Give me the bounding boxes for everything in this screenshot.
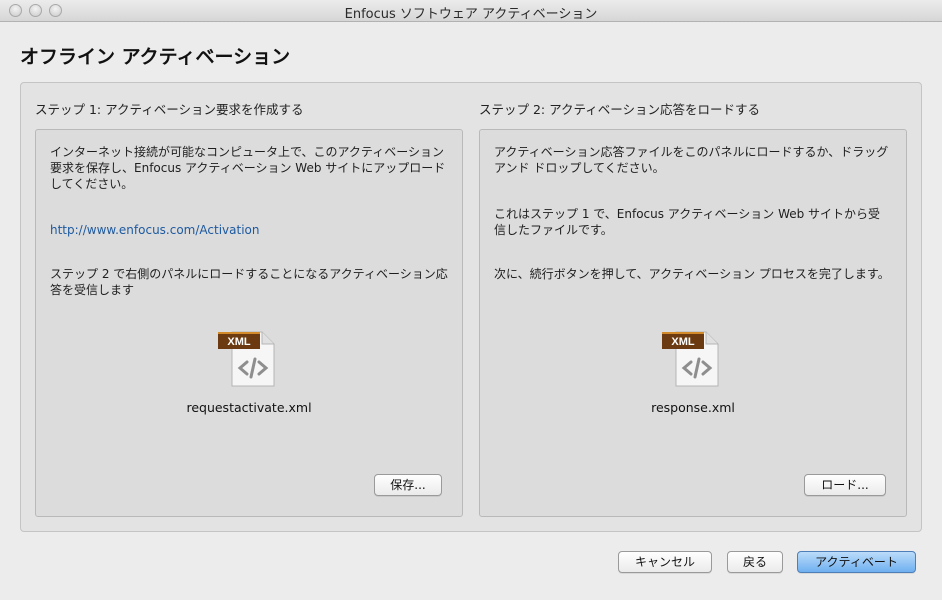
step1-panel: インターネット接続が可能なコンピュータ上で、このアクティベーション要求を保存し、…	[35, 129, 463, 517]
step2-instructions: アクティベーション応答ファイルをこのパネルにロードするか、ドラッグ アンド ドロ…	[494, 145, 889, 175]
step1-instructions: インターネット接続が可能なコンピュータ上で、このアクティベーション要求を保存し、…	[50, 145, 446, 191]
step2-drop-panel[interactable]: アクティベーション応答ファイルをこのパネルにロードするか、ドラッグ アンド ドロ…	[479, 129, 907, 517]
save-button[interactable]: 保存...	[374, 474, 442, 496]
file-badge: XML	[227, 336, 251, 348]
xml-file-icon: XML	[662, 331, 719, 387]
title-bar: Enfocus ソフトウェア アクティベーション	[0, 0, 942, 22]
activation-window: Enfocus ソフトウェア アクティベーション オフライン アクティベーション…	[0, 0, 942, 600]
step2-next-info: 次に、続行ボタンを押して、アクティベーション プロセスを完了します。	[494, 267, 890, 281]
step1-title: ステップ 1: アクティベーション要求を作成する	[35, 102, 304, 117]
xml-file-icon: XML	[218, 331, 275, 387]
step2-file-info: これはステップ 1 で、Enfocus アクティベーション Web サイトから受…	[494, 207, 881, 237]
cancel-button[interactable]: キャンセル	[618, 551, 712, 573]
page-title: オフライン アクティベーション	[20, 46, 291, 68]
step1-note: ステップ 2 で右側のパネルにロードすることになるアクティベーション応答を受信し…	[50, 267, 448, 297]
back-button[interactable]: 戻る	[727, 551, 783, 573]
activation-link[interactable]: http://www.enfocus.com/Activation	[50, 222, 448, 238]
response-file-name: response.xml	[651, 400, 735, 415]
step2-title: ステップ 2: アクティベーション応答をロードする	[479, 102, 760, 117]
file-badge: XML	[671, 336, 695, 348]
steps-container: ステップ 1: アクティベーション要求を作成する インターネット接続が可能なコン…	[20, 82, 922, 532]
load-button[interactable]: ロード...	[804, 474, 886, 496]
activate-button[interactable]: アクティベート	[797, 551, 916, 573]
window-title: Enfocus ソフトウェア アクティベーション	[344, 7, 598, 22]
request-file-name: requestactivate.xml	[186, 400, 312, 415]
